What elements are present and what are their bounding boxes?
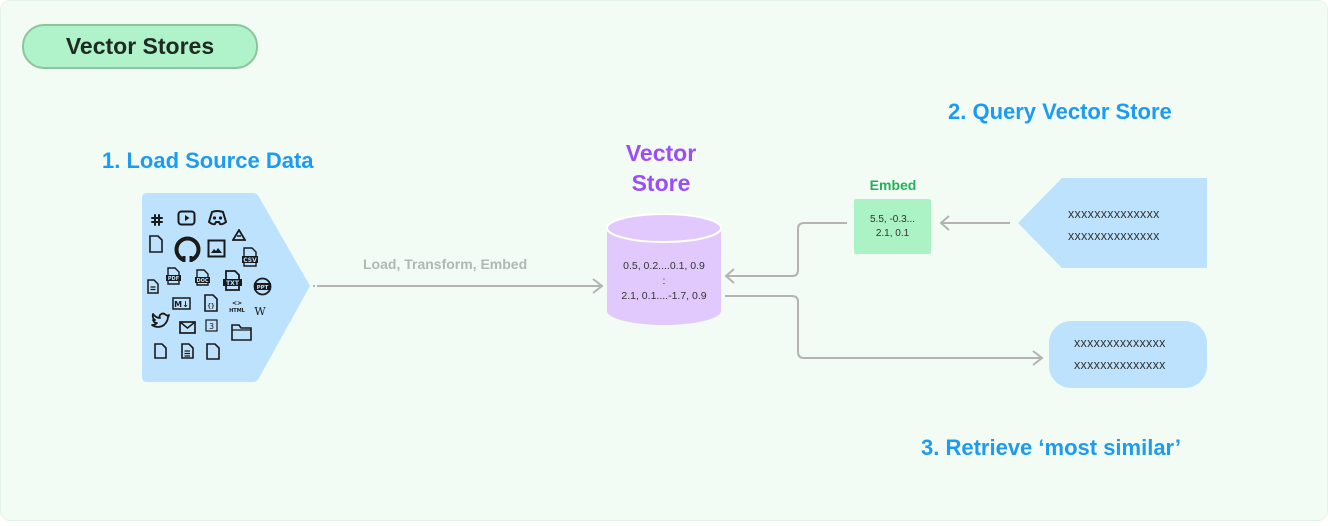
result-line: xxxxxxxxxxxxxx [1074,336,1166,350]
svg-text:PDF: PDF [168,276,179,282]
twitter-icon [151,312,171,329]
embed-vector-line: 2.1, 0.1 [875,227,910,239]
svg-text:<>: <> [232,300,242,307]
slack-icon [150,213,164,227]
discord-icon [207,210,228,226]
css-icon: 3 [205,319,218,332]
file-icon [149,235,163,253]
doc-file-icon: DOC [194,269,211,286]
folder-icon [231,323,252,341]
embed-box: 5.5, -0.3... 2.1, 0.1 [854,199,931,254]
svg-text:PPT: PPT [257,285,269,291]
svg-text:TXT: TXT [226,280,240,287]
json-file-icon: {} [204,294,219,312]
svg-text:CSV: CSV [243,257,257,264]
svg-text:{}: {} [207,303,215,310]
google-drive-icon [232,229,246,242]
pipeline-label: Load, Transform, Embed [363,256,528,272]
csv-file-icon: CSV [241,247,259,267]
embed-vector-line: 5.5, -0.3... [869,213,916,225]
embed-to-store-arrow [727,222,847,277]
diagram-canvas: Vector Stores 1. Load Source Data 2. Que… [0,0,1328,521]
github-icon [174,236,201,263]
markdown-icon: M↓ [172,297,191,310]
file-icon [206,343,220,360]
query-line: xxxxxxxxxxxxxx [1068,207,1160,221]
vector-row: 0.5, 0.2....0.1, 0.9 [623,260,705,272]
file-icon [154,343,167,359]
text-file-icon [147,279,159,294]
result-text: xxxxxxxxxxxxxx xxxxxxxxxxxxxx [1074,332,1166,376]
vector-store-contents: 0.5, 0.2....0.1, 0.9 : 2.1, 0.1....-1.7,… [607,259,721,304]
txt-file-icon: TXT [222,270,243,291]
wikipedia-icon: W [253,305,267,317]
query-line: xxxxxxxxxxxxxx [1068,229,1160,243]
ppt-file-icon: PPT [253,277,272,296]
pdf-file-icon: PDF [165,267,182,285]
svg-text:3: 3 [209,322,214,331]
store-to-result-arrow [725,295,1041,359]
text-file-icon [181,343,194,359]
vector-separator: : [662,275,666,287]
svg-text:DOC: DOC [196,278,208,284]
vector-row: 2.1, 0.1....-1.7, 0.9 [621,290,707,302]
youtube-icon [177,210,196,226]
svg-text:M↓: M↓ [174,300,189,309]
image-icon [207,239,226,258]
html-icon: <> HTML [227,299,247,314]
email-icon [179,321,196,334]
svg-text:HTML: HTML [229,308,246,314]
result-line: xxxxxxxxxxxxxx [1074,358,1166,372]
embed-title: Embed [869,177,917,193]
svg-text:W: W [254,305,266,317]
query-text: xxxxxxxxxxxxxx xxxxxxxxxxxxxx [1068,203,1160,247]
